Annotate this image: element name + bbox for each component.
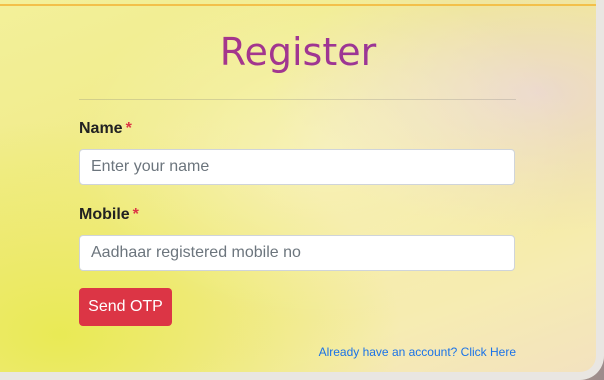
login-link[interactable]: Already have an account? Click Here <box>319 345 516 359</box>
page-title: Register <box>0 30 596 74</box>
send-otp-button[interactable]: Send OTP <box>79 288 172 326</box>
title-divider <box>79 99 516 100</box>
mobile-required-marker: * <box>132 206 139 223</box>
name-label: Name * <box>79 120 132 138</box>
name-label-text: Name <box>79 120 123 137</box>
mobile-label-text: Mobile <box>79 206 130 223</box>
top-accent-line <box>0 4 596 12</box>
register-card: Register Name* Mobile* Send OTP Already … <box>0 0 604 380</box>
name-input[interactable] <box>79 149 515 185</box>
title-container: Register <box>0 30 596 80</box>
mobile-label: Mobile * <box>79 206 139 224</box>
name-required-marker: * <box>125 120 132 137</box>
mobile-input[interactable] <box>79 235 515 271</box>
